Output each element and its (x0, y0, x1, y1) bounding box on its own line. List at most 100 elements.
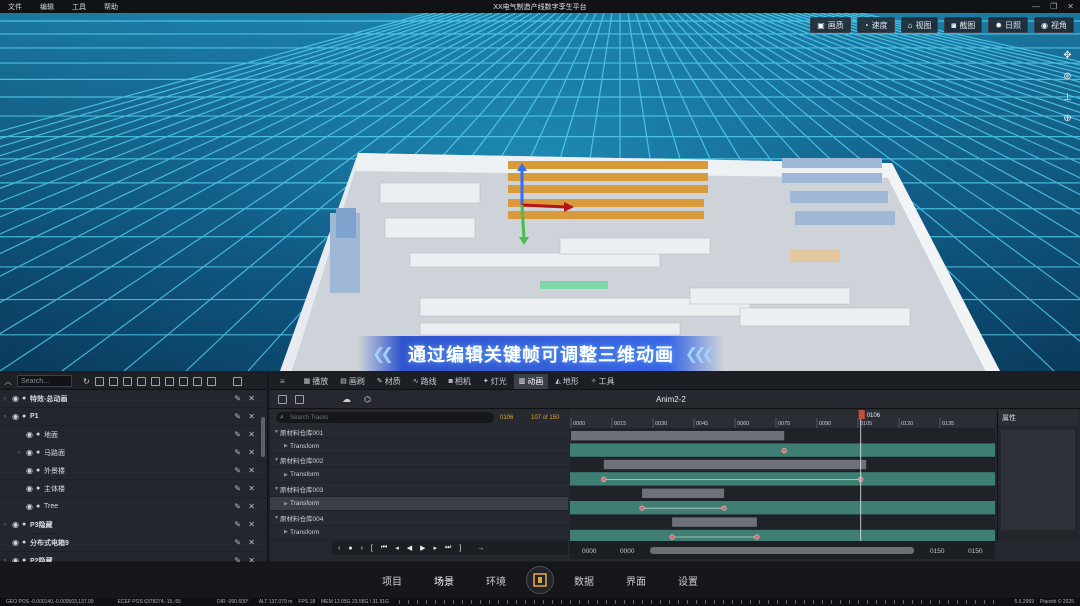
outliner-row[interactable]: ◉ ● Tree ✎ ✕ (0, 498, 267, 516)
track-group-row[interactable]: ▼ 原材料仓库001 (270, 425, 568, 440)
delete-x-icon[interactable]: ✕ (248, 538, 255, 547)
viewpoint-button[interactable]: ◉ 视角 (1034, 17, 1074, 33)
camera-icon[interactable] (122, 376, 132, 386)
next-key-icon[interactable]: › (361, 545, 363, 552)
keyframe-dot[interactable] (754, 534, 760, 540)
track-group-row[interactable]: ▼ 原材料仓库002 (270, 454, 568, 469)
focus-icon[interactable] (108, 376, 118, 386)
delete-x-icon[interactable]: ✕ (248, 412, 255, 421)
visibility-eye-icon[interactable]: ◉ (26, 430, 36, 439)
tab-camera[interactable]: ◙ 相机 (444, 374, 476, 389)
chevron-right-icon[interactable]: ▶ (280, 501, 290, 507)
menu-file[interactable]: 文件 (8, 2, 22, 12)
clip-bar[interactable] (571, 431, 785, 441)
tab-terrain[interactable]: ◭ 地形 (550, 374, 583, 389)
chevron-right-icon[interactable]: ▶ (280, 472, 290, 478)
refresh-icon[interactable]: ↻ (83, 377, 90, 386)
tab-animation[interactable]: ▥ 动画 (513, 373, 549, 389)
tab-tool[interactable]: ✧ 工具 (586, 374, 620, 389)
visibility-eye-icon[interactable]: ◉ (12, 520, 22, 529)
menu-tools[interactable]: 工具 (72, 2, 86, 12)
chevron-down-icon[interactable]: ▼ (270, 486, 280, 492)
sunlight-button[interactable]: ✹ 日照 (988, 17, 1029, 33)
tab-path[interactable]: ∿ 路线 (408, 374, 442, 389)
visibility-eye-icon[interactable]: ◉ (26, 466, 36, 475)
outliner-row[interactable]: › ◉ ● 特效-总动画 ✎ ✕ (0, 390, 267, 408)
current-frame[interactable]: 0106 (500, 415, 513, 421)
last-frame-icon[interactable]: ⏭ (445, 544, 451, 552)
layout-icon[interactable] (278, 394, 287, 404)
delete-x-icon[interactable]: ✕ (248, 448, 255, 457)
outliner-row[interactable]: ◉ ● 外景楼 ✎ ✕ (0, 462, 267, 480)
square-icon[interactable] (164, 376, 174, 386)
edit-pencil-icon[interactable]: ✎ (234, 502, 241, 511)
keyframe-canvas[interactable]: 0000 0015 0030 0045 0060 0075 0090 0105 0120 0135… (570, 410, 995, 559)
view-button[interactable]: ⌂ 视图 (900, 17, 939, 33)
tab-film[interactable]: ▦ 播放 (299, 374, 334, 389)
time-ruler[interactable] (398, 600, 999, 604)
transform-track-lane[interactable] (570, 501, 995, 515)
delete-x-icon[interactable]: ✕ (248, 394, 255, 403)
stack-icon[interactable] (192, 376, 202, 386)
delete-x-icon[interactable]: ✕ (248, 484, 255, 493)
delete-x-icon[interactable]: ✕ (248, 520, 255, 529)
visibility-eye-icon[interactable]: ◉ (26, 448, 36, 457)
menu-help[interactable]: 帮助 (104, 2, 118, 12)
edit-pencil-icon[interactable]: ✎ (234, 538, 241, 547)
speed-button[interactable]: ◔ 速度 (856, 17, 895, 33)
tab-light[interactable]: ✦ 灯光 (478, 374, 512, 389)
chevron-right-icon[interactable]: ▶ (280, 529, 290, 535)
outliner-scrollbar[interactable] (261, 417, 265, 457)
track-group-row[interactable]: ▼ 原材料仓库004 (270, 511, 568, 526)
chevron-down-icon[interactable]: ▼ (270, 429, 280, 435)
restore-icon[interactable]: ❐ (1050, 2, 1057, 11)
panel-icon[interactable] (232, 376, 242, 386)
track-transform-row[interactable]: ▶ Transform (270, 439, 568, 454)
list-icon[interactable] (206, 376, 216, 386)
keyframe-dot[interactable] (781, 447, 787, 454)
nav-data[interactable]: 数据 (558, 573, 610, 588)
app-logo-button[interactable] (526, 566, 554, 594)
step-forward-icon[interactable]: ▸ (433, 544, 437, 552)
prev-key-icon[interactable]: ‹ (338, 545, 340, 552)
outliner-row[interactable]: › ◉ ● P1 ✎ ✕ (0, 408, 267, 426)
edit-pencil-icon[interactable]: ✎ (234, 484, 241, 493)
cloud-icon[interactable]: ☁ (342, 394, 351, 405)
chevron-down-icon[interactable]: ▼ (270, 457, 280, 463)
edit-pencil-icon[interactable]: ✎ (234, 430, 241, 439)
outliner-row[interactable]: › ◉ ● 马路面 ✎ ✕ (0, 444, 267, 462)
copy-icon[interactable] (150, 376, 160, 386)
group-track-lane[interactable] (570, 515, 995, 529)
edit-pencil-icon[interactable]: ✎ (234, 412, 241, 421)
group-track-lane[interactable] (570, 486, 995, 500)
3d-viewport[interactable]: ▣ 画质 ◔ 速度 ⌂ 视图 ◙ 截图 ✹ 日照 ◉ 视角 ✥ ⊛ ⊥ ⊕ ❮❮ (0, 13, 1080, 371)
orbit-icon[interactable]: ⊛ (1061, 70, 1074, 83)
export-arrow-icon[interactable]: → (477, 545, 484, 552)
edit-pencil-icon[interactable]: ✎ (234, 466, 241, 475)
edit-pencil-icon[interactable]: ✎ (234, 448, 241, 457)
play-icon[interactable]: ▶ (420, 544, 425, 552)
tab-brush[interactable]: ▤ 画刷 (335, 374, 370, 389)
clip-bar[interactable] (603, 459, 867, 470)
collapse-icon[interactable]: ︿ (4, 376, 12, 387)
move-icon[interactable]: ✥ (1061, 49, 1074, 62)
chevron-right-icon[interactable]: › (4, 414, 12, 420)
folder-icon[interactable] (136, 376, 146, 386)
node-icon[interactable]: ⌬ (364, 395, 371, 404)
first-frame-icon[interactable]: ⏮ (381, 544, 387, 552)
nav-settings[interactable]: 设置 (662, 573, 714, 588)
chevron-right-icon[interactable]: ▶ (280, 443, 290, 449)
frame-icon[interactable] (94, 376, 104, 386)
range-start-icon[interactable]: [ (371, 545, 373, 552)
track-group-row[interactable]: ▼ 原材料仓库003 (270, 483, 568, 497)
export-icon[interactable] (295, 394, 304, 404)
edit-pencil-icon[interactable]: ✎ (234, 520, 241, 529)
chevron-right-icon[interactable]: › (4, 522, 12, 528)
range-slider[interactable] (650, 547, 914, 554)
reverse-icon[interactable]: ◀ (407, 544, 412, 552)
step-back-icon[interactable]: ◂ (395, 544, 399, 552)
quality-button[interactable]: ▣ 画质 (810, 17, 851, 33)
search-tracks-input[interactable]: Search Tracks (276, 412, 494, 423)
outliner-row[interactable]: ◉ ● 分布式电箱9 ✎ ✕ (0, 534, 267, 552)
keyframe-editor[interactable]: 0000 0015 0030 0045 0060 0075 0090 0105 0120 0135… (570, 410, 995, 559)
